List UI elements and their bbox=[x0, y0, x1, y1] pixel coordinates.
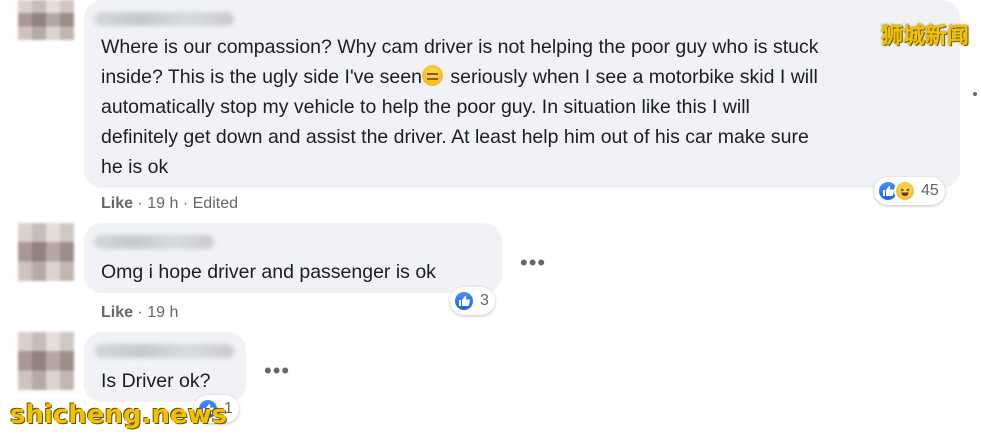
reaction-summary[interactable]: 45 bbox=[874, 177, 945, 205]
reaction-count: 45 bbox=[921, 182, 939, 199]
separator: · bbox=[137, 304, 148, 321]
avatar[interactable] bbox=[18, 0, 74, 40]
comment-meta: Like · 19 h bbox=[101, 304, 178, 322]
comment-text-segment: inside? This is the ugly side I've seen bbox=[101, 66, 422, 88]
comment-text-line: definitely get down and assist the drive… bbox=[101, 126, 809, 148]
smirk-emoji-icon bbox=[421, 65, 443, 86]
more-options-icon[interactable]: ••• bbox=[264, 360, 290, 382]
separator: · bbox=[182, 195, 193, 212]
more-options-icon[interactable]: ••• bbox=[520, 252, 546, 274]
comment-text: Is Driver ok? bbox=[101, 370, 211, 392]
comment-text-line: automatically stop my vehicle to help th… bbox=[101, 96, 750, 118]
comment-text: Where is our compassion? Why cam driver … bbox=[101, 32, 818, 182]
like-link[interactable]: Like bbox=[101, 195, 133, 212]
comment-text-segment: seriously when I see a motorbike skid I … bbox=[444, 66, 818, 88]
like-link[interactable]: Like bbox=[101, 304, 133, 321]
comment-text-line: he is ok bbox=[101, 156, 169, 178]
like-icon bbox=[453, 290, 475, 312]
watermark-site: shicheng.news bbox=[10, 400, 228, 430]
commenter-name[interactable] bbox=[94, 12, 234, 26]
comment-text-line: inside? This is the ugly side I've seen … bbox=[101, 62, 818, 92]
commenter-name[interactable] bbox=[94, 344, 234, 358]
avatar[interactable] bbox=[18, 332, 74, 390]
haha-icon bbox=[894, 180, 916, 202]
avatar[interactable] bbox=[18, 223, 74, 281]
comment-text: Omg i hope driver and passenger is ok bbox=[101, 261, 436, 283]
timestamp[interactable]: 19 h bbox=[147, 195, 178, 212]
separator: · bbox=[137, 195, 148, 212]
comment-text-line: Where is our compassion? Why cam driver … bbox=[101, 36, 819, 58]
watermark-chinese: 狮城新闻 bbox=[880, 24, 969, 49]
commenter-name[interactable] bbox=[94, 235, 214, 249]
timestamp[interactable]: 19 h bbox=[147, 304, 178, 321]
more-options-icon[interactable] bbox=[973, 92, 977, 96]
reaction-count: 3 bbox=[480, 292, 489, 309]
reaction-summary[interactable]: 3 bbox=[450, 287, 495, 315]
comment-meta: Like · 19 h · Edited bbox=[101, 195, 238, 213]
edited-label: Edited bbox=[192, 195, 238, 212]
